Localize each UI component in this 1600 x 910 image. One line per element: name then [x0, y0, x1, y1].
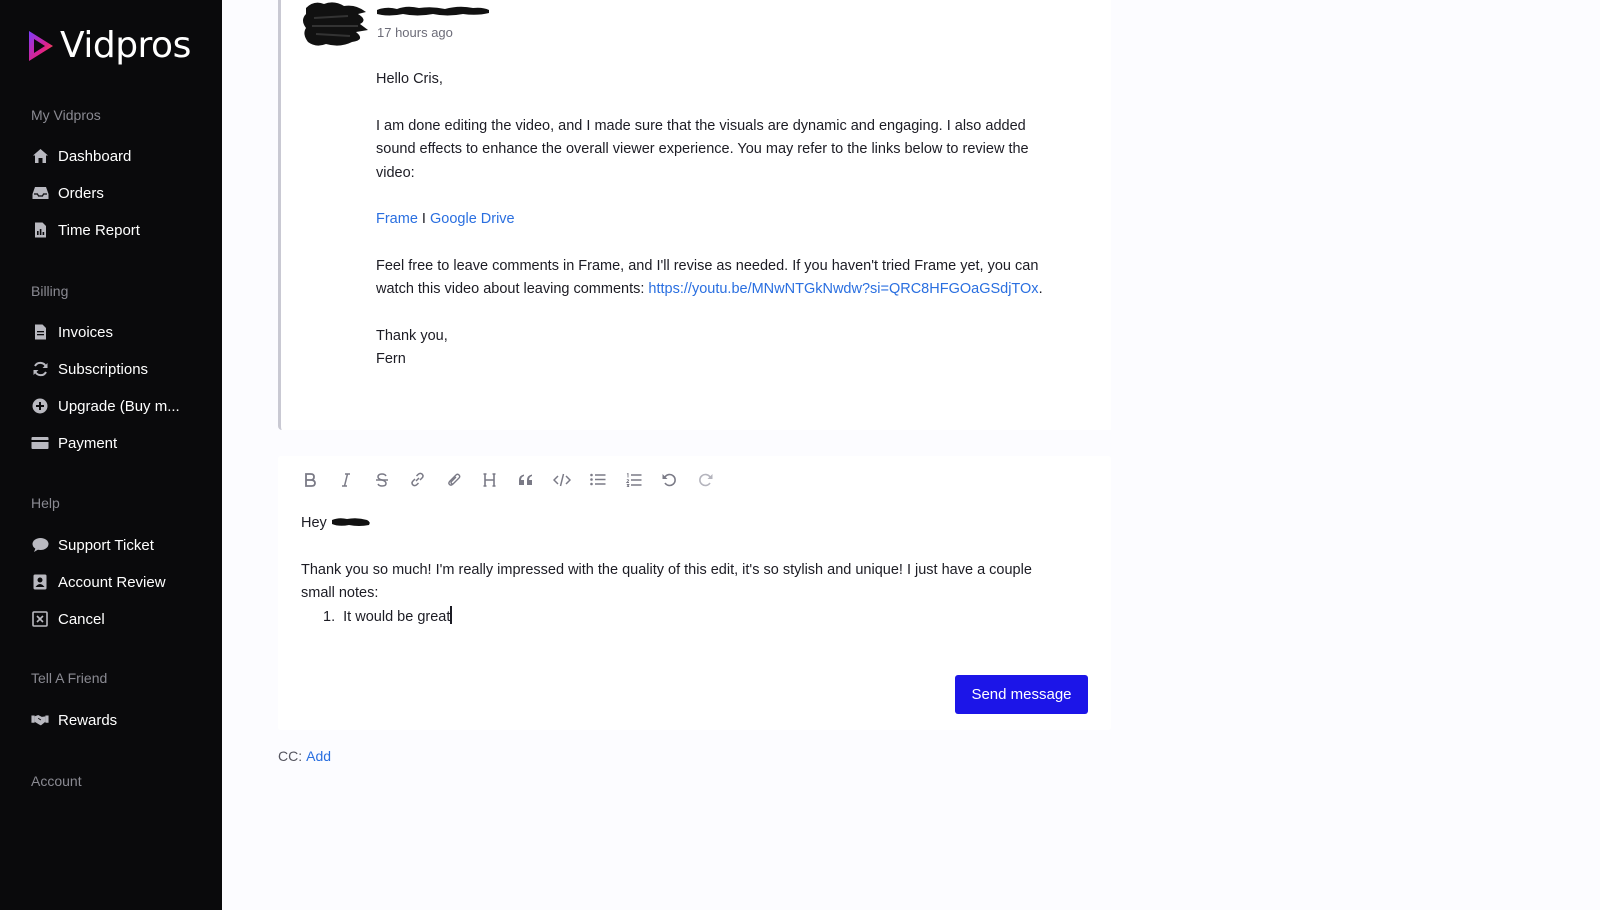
send-message-button[interactable]: Send message: [955, 675, 1088, 714]
sender-name-redacted: [377, 6, 489, 16]
file-icon: [31, 323, 49, 341]
handshake-icon: [31, 711, 49, 729]
message-paragraph: Feel free to leave comments in Frame, an…: [376, 255, 1056, 302]
refresh-icon: [31, 360, 49, 378]
google-drive-link[interactable]: Google Drive: [430, 211, 515, 227]
sidebar-item-upgrade[interactable]: Upgrade (Buy m...: [31, 395, 180, 417]
sidebar-item-label: Upgrade (Buy m...: [58, 397, 180, 415]
message-card: 17 hours ago Hello Cris, I am done editi…: [278, 0, 1111, 430]
sidebar-item-label: Invoices: [58, 323, 114, 341]
paragraph-end: .: [1038, 281, 1043, 297]
editor-toolbar: [298, 468, 717, 491]
bullet-list-icon[interactable]: [586, 468, 609, 491]
section-title-help: Help: [31, 495, 60, 511]
play-logo-icon: [29, 31, 53, 61]
brand-name: Vidpros: [60, 25, 191, 66]
cc-add-link[interactable]: Add: [306, 748, 331, 764]
code-icon[interactable]: [550, 468, 573, 491]
link-icon[interactable]: [406, 468, 429, 491]
credit-card-icon: [31, 434, 49, 452]
x-square-icon: [31, 610, 49, 628]
editor-paragraph: Thank you so much! I'm really impressed …: [301, 561, 1032, 602]
quote-icon[interactable]: [514, 468, 537, 491]
sidebar-item-label: Dashboard: [58, 147, 132, 165]
bold-icon[interactable]: [298, 468, 321, 491]
sidebar-item-time-report[interactable]: Time Report: [31, 219, 140, 241]
editor-numbered-item: 1. It would be great: [301, 605, 1061, 630]
cc-label: CC:: [278, 748, 303, 764]
link-separator: I: [417, 211, 430, 227]
undo-icon[interactable]: [658, 468, 681, 491]
list-item-text: It would be great: [343, 608, 451, 625]
sidebar-item-cancel[interactable]: Cancel: [31, 608, 105, 630]
redo-icon[interactable]: [694, 468, 717, 491]
message-timestamp: 17 hours ago: [377, 25, 453, 40]
chat-icon: [31, 536, 49, 554]
strikethrough-icon[interactable]: [370, 468, 393, 491]
message-signoff: Thank you,: [376, 327, 448, 344]
plus-circle-icon: [31, 397, 49, 415]
list-number: 1.: [323, 608, 336, 625]
italic-icon[interactable]: [334, 468, 357, 491]
inbox-icon: [31, 184, 49, 202]
sidebar-item-orders[interactable]: Orders: [31, 182, 104, 204]
section-title-my-vidpros: My Vidpros: [31, 107, 101, 123]
sidebar-item-support-ticket[interactable]: Support Ticket: [31, 534, 154, 556]
home-icon: [31, 147, 49, 165]
heading-icon[interactable]: [478, 468, 501, 491]
sidebar-item-label: Cancel: [58, 610, 105, 628]
sidebar-item-label: Support Ticket: [58, 536, 154, 554]
section-title-tell-a-friend: Tell A Friend: [31, 670, 108, 686]
brand-logo[interactable]: Vidpros: [26, 24, 191, 68]
reply-composer: Hey Thank you so much! I'm really impres…: [278, 456, 1111, 730]
account-icon: [31, 573, 49, 591]
attachment-icon[interactable]: [442, 468, 465, 491]
section-title-account: Account: [31, 773, 82, 789]
editor-greeting: Hey: [301, 515, 327, 531]
sidebar-item-subscriptions[interactable]: Subscriptions: [31, 358, 148, 380]
sidebar-item-label: Rewards: [58, 711, 118, 729]
cc-row: CC: Add: [278, 748, 331, 764]
frame-link[interactable]: Frame: [376, 211, 418, 227]
numbered-list-icon[interactable]: [622, 468, 645, 491]
sidebar-item-invoices[interactable]: Invoices: [31, 321, 113, 343]
message-body: Hello Cris, I am done editing the video,…: [376, 68, 1056, 372]
youtube-link[interactable]: https://youtu.be/MNwNTGkNwdw?si=QRC8HFGO…: [648, 281, 1038, 297]
sidebar-item-label: Payment: [58, 434, 118, 452]
message-links: Frame I Google Drive: [376, 208, 1056, 232]
avatar-redacted: [303, 2, 368, 46]
sidebar: Vidpros My Vidpros Dashboard Orders Time…: [0, 0, 222, 910]
message-editor[interactable]: Hey Thank you so much! I'm really impres…: [301, 512, 1061, 629]
sidebar-item-payment[interactable]: Payment: [31, 432, 117, 454]
editor-greeting-line: Hey: [301, 512, 1061, 536]
sidebar-item-rewards[interactable]: Rewards: [31, 709, 117, 731]
sidebar-item-dashboard[interactable]: Dashboard: [31, 145, 131, 167]
sidebar-item-account-review[interactable]: Account Review: [31, 571, 166, 593]
section-title-billing: Billing: [31, 283, 69, 299]
text-caret: [450, 605, 453, 624]
sidebar-item-label: Subscriptions: [58, 360, 149, 378]
sidebar-item-label: Time Report: [58, 221, 140, 239]
sidebar-item-label: Orders: [58, 184, 104, 202]
sidebar-item-label: Account Review: [58, 573, 166, 591]
recipient-name-redacted: [331, 518, 370, 526]
message-signature: Fern: [376, 351, 406, 367]
report-icon: [31, 221, 49, 239]
message-paragraph: I am done editing the video, and I made …: [376, 117, 1029, 181]
message-greeting: Hello Cris,: [376, 71, 443, 87]
